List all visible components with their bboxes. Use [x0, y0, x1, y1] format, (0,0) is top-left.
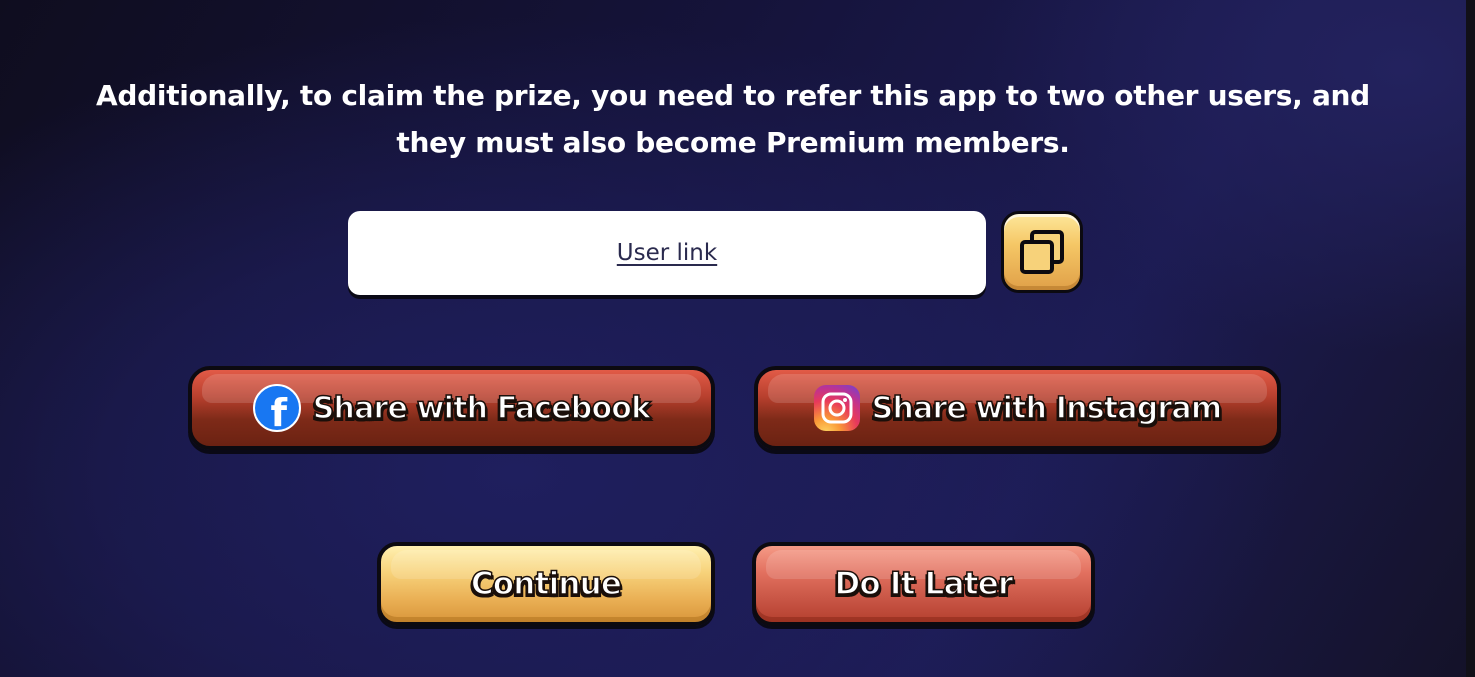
instagram-icon [813, 385, 860, 431]
copy-icon [1020, 230, 1064, 274]
copy-link-button[interactable] [1001, 211, 1083, 293]
share-facebook-button[interactable]: f Share with Facebook [188, 366, 715, 450]
instructions-line-1: Additionally, to claim the prize, you ne… [96, 79, 1370, 112]
user-link-field: User link [348, 211, 986, 295]
prize-instructions: Additionally, to claim the prize, you ne… [70, 72, 1396, 166]
share-instagram-label: Share with Instagram [871, 390, 1223, 427]
facebook-icon: f [252, 384, 301, 432]
do-it-later-button[interactable]: Do It Later [752, 542, 1095, 626]
user-link[interactable]: User link [617, 240, 717, 266]
continue-label: Continue [470, 565, 623, 603]
continue-button[interactable]: Continue [377, 542, 715, 626]
share-instagram-button[interactable]: Share with Instagram [754, 366, 1281, 450]
window-edge [1466, 0, 1475, 677]
do-it-later-label: Do It Later [834, 565, 1014, 603]
instructions-line-2: they must also become Premium members. [396, 126, 1070, 159]
share-facebook-label: Share with Facebook [312, 390, 652, 427]
